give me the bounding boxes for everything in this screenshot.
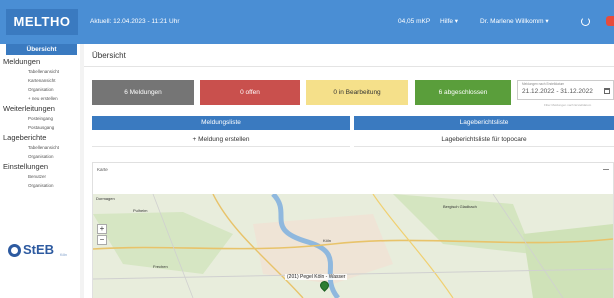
- sidebar-item-settings-org[interactable]: Organisation: [28, 183, 54, 188]
- map-label-bergisch-gladbach: Bergisch Gladbach: [443, 204, 477, 209]
- status-reports-tile[interactable]: 6 Meldungen: [92, 80, 194, 105]
- status-in-progress-tile[interactable]: 0 in Bearbeitung: [306, 80, 408, 105]
- sidebar-section-settings[interactable]: Einstellungen: [3, 162, 48, 171]
- topocare-list-button[interactable]: Lageberichtsliste für topocare: [354, 133, 614, 147]
- app-logo[interactable]: MELTHO: [6, 9, 78, 35]
- user-menu[interactable]: Dr. Marlene Willkomm ▾: [480, 14, 549, 30]
- date-range-value: 21.12.2022 - 31.12.2022: [522, 88, 593, 95]
- sidebar-item-reports-table[interactable]: Tabellenansicht: [28, 69, 59, 74]
- map-view[interactable]: Dormagen Pulheim Bergisch Gladbach Frech…: [93, 194, 613, 298]
- status-closed-tile[interactable]: 6 abgeschlossen: [415, 80, 511, 105]
- sidebar-item-inbox[interactable]: Posteingang: [28, 116, 53, 121]
- map-green-area: [523, 224, 613, 298]
- create-report-button[interactable]: + Meldung erstellen: [92, 133, 350, 147]
- sidebar-item-reports-map[interactable]: Kartenansicht: [28, 78, 56, 83]
- map-label-koeln: Köln: [323, 238, 332, 243]
- sidebar-item-reports-new[interactable]: + neu erstellen: [28, 96, 58, 101]
- sidebar-item-situation-table[interactable]: Tabellenansicht: [28, 145, 59, 150]
- sidebar-item-overview[interactable]: Übersicht: [6, 44, 77, 55]
- divider: [84, 66, 614, 67]
- map-card: Karte Dormagen Pulheim Bergisch Gladbach…: [92, 162, 614, 298]
- sidebar-section-reports[interactable]: Meldungen: [3, 57, 40, 66]
- map-label-pulheim: Pulheim: [133, 208, 148, 213]
- sidebar-item-users[interactable]: Benutzer: [28, 174, 46, 179]
- map-label-frechen: Frechen: [153, 264, 168, 269]
- date-range-input[interactable]: Meldungen nach Erstelldatum 21.12.2022 -…: [517, 80, 614, 100]
- last-update-text: Aktuell: 12.04.2023 - 11:21 Uhr: [90, 18, 180, 25]
- water-level-text: 04,05 mKP: [398, 18, 431, 25]
- logo-text: StEB: [23, 242, 55, 257]
- help-menu[interactable]: Hilfe ▾: [440, 14, 458, 30]
- report-list-button[interactable]: Meldungsliste: [92, 116, 350, 130]
- sidebar-section-forwarding[interactable]: Weiterleitungen: [3, 104, 55, 113]
- date-filter-note: Filter Meldungen nach Erstelldatum: [544, 103, 592, 107]
- sidebar-item-outbox[interactable]: Postausgang: [28, 125, 54, 130]
- map-label-dormagen: Dormagen: [96, 196, 115, 201]
- minimize-icon[interactable]: [603, 169, 609, 170]
- logo-subtext: Köln: [60, 253, 68, 257]
- sidebar: Übersicht Meldungen Tabellenansicht Kart…: [0, 44, 80, 298]
- zoom-in-button[interactable]: +: [97, 224, 107, 234]
- logout-icon[interactable]: [606, 16, 614, 26]
- sidebar-section-situation[interactable]: Lageberichte: [3, 133, 46, 142]
- zoom-out-button[interactable]: −: [97, 235, 107, 245]
- map-svg: [93, 194, 613, 298]
- status-open-tile[interactable]: 0 offen: [200, 80, 300, 105]
- map-card-title: Karte: [97, 167, 108, 172]
- sidebar-item-reports-org[interactable]: Organisation: [28, 87, 54, 92]
- refresh-icon[interactable]: [581, 17, 590, 26]
- logo-circle-icon: [8, 244, 21, 257]
- sidebar-item-situation-org[interactable]: Organisation: [28, 154, 54, 159]
- date-range-label: Meldungen nach Erstelldatum: [522, 82, 565, 86]
- top-bar: MELTHO Aktuell: 12.04.2023 - 11:21 Uhr 0…: [0, 0, 614, 44]
- main-content: Übersicht 6 Meldungen 0 offen 0 in Bearb…: [84, 44, 614, 298]
- page-title: Übersicht: [92, 51, 126, 60]
- calendar-icon[interactable]: [604, 88, 610, 94]
- marker-label: (201) Pegel Köln - Wasser: [285, 274, 348, 280]
- situation-list-button[interactable]: Lageberichtsliste: [354, 116, 614, 130]
